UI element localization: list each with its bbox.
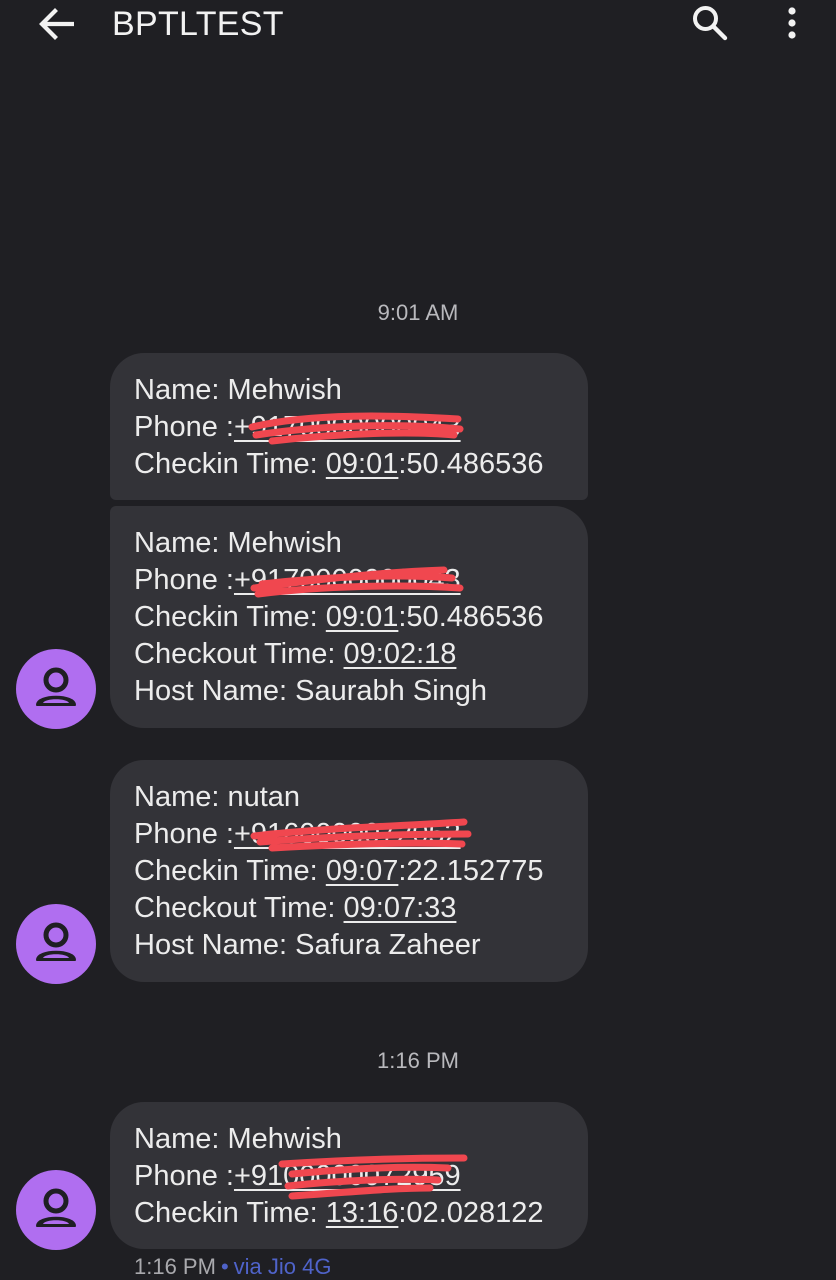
- name-line: Name: Mehwish: [134, 372, 588, 409]
- checkin-line: Checkin Time: 09:01:50.486536: [134, 599, 588, 636]
- checkin-label: Checkin Time:: [134, 1197, 326, 1229]
- checkin-time-rest: :50.486536: [398, 448, 544, 480]
- message-bubble[interactable]: Name: Mehwish Phone :+9170000000043 Chec…: [110, 506, 588, 728]
- checkout-line: Checkout Time: 09:02:18: [134, 636, 588, 673]
- checkin-time-link[interactable]: 09:07: [326, 855, 399, 887]
- checkin-time-link[interactable]: 13:16: [326, 1197, 399, 1229]
- checkout-time-link[interactable]: 09:02:18: [344, 638, 457, 670]
- name-value: Mehwish: [227, 527, 342, 559]
- checkin-time-link[interactable]: 09:01: [326, 448, 399, 480]
- phone-link[interactable]: +9100000072959: [234, 1160, 461, 1192]
- contact-avatar[interactable]: [16, 1170, 96, 1250]
- checkin-line: Checkin Time: 09:01:50.486536: [134, 446, 588, 483]
- contact-avatar[interactable]: [16, 904, 96, 984]
- person-icon: [36, 922, 76, 961]
- arrow-left-icon: [39, 8, 74, 40]
- message-status: 1:16 PM • via Jio 4G: [134, 1252, 331, 1280]
- conversation-screen: BPTLTEST 9:01 AM Name: Mehwish Phone :+9…: [0, 0, 836, 1280]
- phone-line: Phone :+9170000000043: [134, 409, 588, 446]
- phone-link[interactable]: +9160000072052: [234, 818, 461, 850]
- phone-link[interactable]: +9170000000043: [234, 564, 461, 596]
- checkin-label: Checkin Time:: [134, 448, 326, 480]
- name-label: Name:: [134, 374, 228, 406]
- host-value: Safura Zaheer: [295, 929, 481, 961]
- name-value: nutan: [227, 781, 301, 813]
- checkin-time-link[interactable]: 09:01: [326, 601, 399, 633]
- name-label: Name:: [134, 781, 228, 813]
- contact-avatar[interactable]: [16, 649, 96, 729]
- separator-dot: •: [220, 1254, 229, 1279]
- checkout-label: Checkout Time:: [134, 892, 344, 924]
- phone-label: Phone :: [134, 411, 234, 443]
- checkin-time-rest: :02.028122: [398, 1197, 544, 1229]
- message-bubble[interactable]: Name: Mehwish Phone :+9100000072959 Chec…: [110, 1102, 588, 1249]
- search-button[interactable]: [684, 0, 736, 46]
- date-separator: 9:01 AM: [377, 300, 459, 325]
- name-value: Mehwish: [227, 374, 342, 406]
- checkin-time-rest: :22.152775: [398, 855, 544, 887]
- date-separator: 1:16 PM: [377, 1048, 459, 1073]
- checkout-label: Checkout Time:: [134, 638, 344, 670]
- conversation-title: BPTLTEST: [112, 5, 284, 43]
- phone-line: Phone :+9100000072959: [134, 1154, 588, 1200]
- phone-line: Phone :+9160000072052: [134, 816, 588, 853]
- checkout-time-link[interactable]: 09:07:33: [344, 892, 457, 924]
- name-value: Mehwish: [227, 1123, 342, 1155]
- name-line: Name: Mehwish: [134, 1121, 588, 1158]
- person-icon: [36, 667, 76, 706]
- name-label: Name:: [134, 1123, 228, 1155]
- name-line: Name: Mehwish: [134, 525, 588, 562]
- phone-label: Phone :: [134, 818, 234, 850]
- phone-label: Phone :: [134, 564, 234, 596]
- back-button[interactable]: [30, 2, 82, 46]
- host-value: Saurabh Singh: [295, 675, 488, 707]
- name-line: Name: nutan: [134, 779, 588, 816]
- phone-label: Phone :: [134, 1160, 234, 1192]
- search-icon: [693, 6, 728, 41]
- app-bar: BPTLTEST: [0, 0, 836, 56]
- host-line: Host Name: Saurabh Singh: [134, 673, 588, 710]
- phone-link[interactable]: +9170000000043: [234, 411, 461, 443]
- checkin-line: Checkin Time: 13:16:02.028122: [134, 1195, 588, 1232]
- phone-line: Phone :+9170000000043: [134, 562, 588, 599]
- message-bubble[interactable]: Name: Mehwish Phone :+9170000000043 Chec…: [110, 353, 588, 500]
- checkout-line: Checkout Time: 09:07:33: [134, 890, 588, 927]
- checkin-label: Checkin Time:: [134, 855, 326, 887]
- more-vert-icon: [788, 7, 796, 39]
- message-bubble[interactable]: Name: nutan Phone :+9160000072052 Checki…: [110, 760, 588, 982]
- host-label: Host Name:: [134, 675, 296, 707]
- person-icon: [36, 1188, 76, 1227]
- checkin-line: Checkin Time: 09:07:22.152775: [134, 853, 588, 890]
- host-line: Host Name: Safura Zaheer: [134, 927, 588, 964]
- message-time: 1:16 PM: [134, 1254, 216, 1279]
- carrier-label: via Jio 4G: [233, 1254, 332, 1279]
- host-label: Host Name:: [134, 929, 296, 961]
- name-label: Name:: [134, 527, 228, 559]
- checkin-label: Checkin Time:: [134, 601, 326, 633]
- checkin-time-rest: :50.486536: [398, 601, 544, 633]
- more-options-button[interactable]: [768, 0, 816, 46]
